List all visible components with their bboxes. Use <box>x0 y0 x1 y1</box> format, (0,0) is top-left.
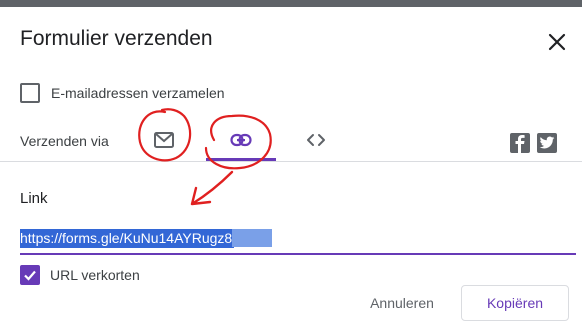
collect-emails-label: E-mailadressen verzamelen <box>51 85 225 101</box>
tab-email[interactable] <box>148 121 180 159</box>
share-facebook-button[interactable] <box>510 133 530 153</box>
send-form-dialog: Formulier verzenden E-mailadressen verza… <box>0 7 582 329</box>
section-divider <box>0 161 582 162</box>
close-icon <box>548 33 566 51</box>
link-icon <box>230 133 252 147</box>
link-url-text: https://forms.gle/KuNu14AYRugz8 <box>20 229 235 248</box>
send-via-label: Verzenden via <box>20 133 109 149</box>
facebook-icon <box>515 135 525 153</box>
shorten-url-row[interactable]: URL verkorten <box>20 265 140 285</box>
close-button[interactable] <box>546 31 568 53</box>
link-section-title: Link <box>20 190 48 207</box>
dialog-title: Formulier verzenden <box>20 27 213 50</box>
copy-button[interactable]: Kopiëren <box>461 285 569 321</box>
code-icon <box>307 134 325 146</box>
redacted-url-part <box>232 229 272 247</box>
twitter-icon <box>539 136 555 149</box>
collect-emails-checkbox[interactable] <box>20 83 40 103</box>
collect-emails-row[interactable]: E-mailadressen verzamelen <box>20 83 225 103</box>
mail-icon <box>154 132 174 148</box>
shorten-url-label: URL verkorten <box>50 267 140 283</box>
cancel-button[interactable]: Annuleren <box>356 285 448 321</box>
share-twitter-button[interactable] <box>537 133 557 153</box>
tab-link[interactable] <box>206 121 276 159</box>
shorten-url-checkbox[interactable] <box>20 265 40 285</box>
tab-embed[interactable] <box>298 121 334 159</box>
check-icon <box>24 270 36 281</box>
